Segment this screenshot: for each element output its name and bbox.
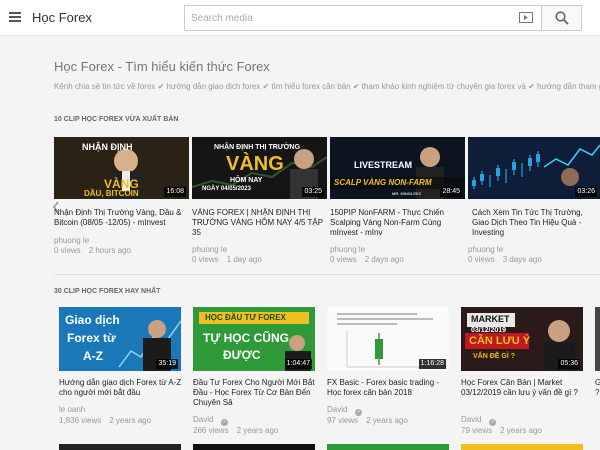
video-stats: 79 views 2 years ago — [461, 426, 542, 436]
view-count: 79 views — [461, 426, 493, 435]
section-divider — [54, 274, 600, 275]
video-thumbnail[interactable] — [461, 444, 583, 450]
upload-age: 2 hours ago — [88, 246, 131, 255]
video-title[interactable]: G? — [595, 378, 600, 398]
upload-age: 2 years ago — [109, 416, 152, 425]
thumb-text: VÀNG — [226, 153, 284, 175]
channel-name[interactable]: le oanh — [59, 405, 85, 415]
thumb-text: LIVESTREAM — [354, 160, 413, 170]
upload-age: 3 days ago — [502, 255, 542, 264]
video-thumbnail[interactable]: 03:26 — [468, 137, 600, 199]
duration-badge: 35:19 — [156, 359, 178, 369]
duration-badge: 1:16:28 — [418, 359, 446, 369]
site-logo[interactable]: Học Forex — [32, 10, 92, 25]
thumb-text: TỰ HỌC CŨNG — [203, 331, 289, 345]
video-stats: 0 views 2 hours ago — [54, 246, 131, 256]
thumb-text: MARKET — [471, 314, 510, 324]
thumb-text: A-Z — [83, 349, 103, 363]
view-count: 0 views — [54, 246, 81, 255]
video-title[interactable]: Đầu Tư Forex Cho Người Mới Bắt Đầu - Học… — [193, 378, 317, 408]
video-title[interactable]: VÀNG FOREX | NHẬN ĐỊNH THỊ TRƯỜNG VÀNG H… — [192, 208, 327, 238]
search-button[interactable] — [542, 5, 582, 31]
thumb-text: Forex từ — [67, 331, 116, 345]
channel-name[interactable]: phuong le — [330, 245, 365, 255]
verified-check-icon: ✓ — [355, 409, 363, 416]
search-icon — [554, 11, 569, 25]
video-thumbnail[interactable]: MARKET 03/12/2019 CẦN LƯU Ý VẤN ĐỀ GÌ ? … — [461, 307, 583, 371]
thumb-text: DẦU, BITCOIN — [84, 189, 139, 198]
video-title[interactable]: 150PIP NonFARM - Thực Chiến Scalping Vàn… — [330, 208, 465, 238]
thumb-text: NHẬN ĐỊNH — [82, 142, 133, 152]
video-stats: 0 views 3 days ago — [468, 255, 542, 265]
channel-name[interactable]: phuong le — [192, 245, 227, 255]
video-title[interactable]: Học Forex Căn Bản | Market 03/12/2019 cầ… — [461, 378, 585, 408]
video-thumbnail[interactable]: NHẬN ĐỊNH VÀNG DẦU, BITCOIN 16:08 — [54, 137, 189, 199]
section-heading-latest[interactable]: 10 CLIP HỌC FOREX VỪA XUẤT BẢN — [54, 116, 178, 123]
thumb-text: MR. MINGLEEZ — [392, 191, 422, 196]
upload-age: 2 years ago — [500, 426, 542, 435]
video-title[interactable]: FX Basic - Forex basic trading - Học for… — [327, 378, 451, 398]
view-count: 0 views — [468, 255, 495, 264]
section-heading-best[interactable]: 30 CLIP HỌC FOREX HAY NHẤT — [54, 288, 160, 295]
thumb-text: CẦN LƯU Ý — [469, 335, 531, 347]
video-thumbnail[interactable] — [327, 444, 449, 450]
upload-age: 2 years ago — [366, 416, 408, 425]
thumb-text: SCALP VÀNG NON-FARM — [334, 178, 432, 187]
verified-check-icon: ✓ — [489, 419, 497, 426]
view-count: 0 views — [192, 255, 219, 264]
duration-badge: 03:25 — [302, 187, 324, 197]
view-count: 1,836 views — [59, 416, 102, 425]
search-box — [184, 5, 542, 31]
view-count: 97 views — [327, 416, 359, 425]
duration-badge: 1:04:47 — [284, 359, 312, 369]
thumb-text: VẤN ĐỀ GÌ ? — [473, 353, 516, 360]
duration-badge: 28:45 — [440, 187, 462, 197]
channel-name[interactable]: phuong le — [54, 236, 89, 246]
page-title: Học Forex - Tìm hiểu kiến thức Forex — [54, 59, 270, 74]
video-thumbnail[interactable]: HỌC ĐẦU TƯ FOREX TỰ HỌC CŨNG ĐƯỢC 1:04:4… — [193, 307, 315, 371]
video-thumbnail[interactable] — [193, 444, 315, 450]
video-thumbnail[interactable] — [595, 307, 600, 371]
duration-badge: 03:26 — [575, 187, 597, 197]
thumb-text: NGÀY 04/05/2023 — [202, 186, 251, 192]
view-count: 266 views — [193, 426, 229, 435]
video-thumbnail[interactable]: Giao dịch Forex từ A-Z 35:19 — [59, 307, 181, 371]
video-thumbnail[interactable]: 1:16:28 — [327, 307, 449, 371]
top-bar: Học Forex — [0, 0, 600, 36]
duration-badge: 05:36 — [558, 359, 580, 369]
thumb-text: HÔM NAY — [230, 177, 263, 184]
video-title[interactable]: Hướng dẫn giao dịch Forex từ A-Z cho ngư… — [59, 378, 183, 398]
thumb-text: 03/12/2019 — [471, 327, 507, 334]
video-thumbnail[interactable]: LIVESTREAM SCALP VÀNG NON-FARM MR. MINGL… — [330, 137, 465, 199]
search-input[interactable] — [185, 6, 505, 30]
duration-badge: 16:08 — [164, 187, 186, 197]
upload-age: 2 days ago — [364, 255, 404, 264]
channel-name[interactable]: David ✓ — [461, 415, 497, 426]
thumb-text: HỌC ĐẦU TƯ FOREX — [205, 313, 286, 322]
video-title[interactable]: Cách Xem Tin Tức Thị Trường, Giao Dịch T… — [468, 208, 593, 238]
video-thumbnail[interactable] — [59, 444, 181, 450]
video-stats: 1,836 views 2 years ago — [59, 416, 151, 426]
thumb-text: NHẬN ĐỊNH THỊ TRƯỜNG — [214, 144, 301, 151]
thumb-text: ĐƯỢC — [223, 348, 261, 362]
upload-age: 1 day ago — [226, 255, 262, 264]
video-stats: 0 views 1 day ago — [192, 255, 262, 265]
page-description: Kênh chia sẻ tin tức về forex ✔ hướng dẫ… — [54, 82, 600, 91]
channel-name[interactable]: David ✓ — [327, 405, 363, 416]
view-count: 0 views — [330, 255, 357, 264]
hamburger-menu-icon[interactable] — [9, 12, 21, 22]
video-stats: 97 views 2 years ago — [327, 416, 408, 426]
verified-check-icon: ✓ — [221, 419, 229, 426]
upload-age: 2 years ago — [236, 426, 279, 435]
video-stats: 0 views 2 days ago — [330, 255, 404, 265]
thumb-text: Giao dịch — [65, 313, 120, 327]
video-thumbnail[interactable]: NHẬN ĐỊNH THỊ TRƯỜNG VÀNG HÔM NAY NGÀY 0… — [192, 137, 327, 199]
video-stats: 266 views 2 years ago — [193, 426, 278, 436]
media-search-icon[interactable] — [519, 12, 533, 23]
channel-name[interactable]: phuong le — [468, 245, 503, 255]
channel-name[interactable]: David ✓ — [193, 415, 229, 426]
video-title[interactable]: Nhận Định Thị Trường Vàng, Dầu & Bitcoin… — [54, 208, 189, 238]
